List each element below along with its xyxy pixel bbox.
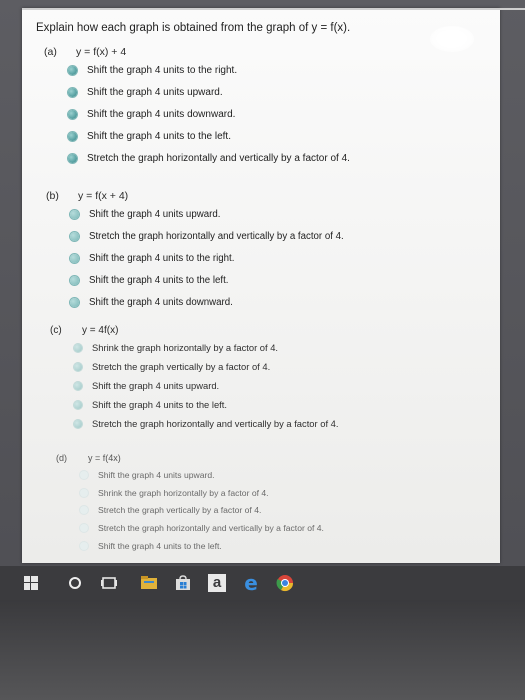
part-label: (a) xyxy=(44,46,57,58)
part-a: (a) y = f(x) + 4 Shift the graph 4 units… xyxy=(44,44,350,169)
option-b-1[interactable]: Shift the graph 4 units upward. xyxy=(70,204,344,226)
windows-start-icon[interactable] xyxy=(16,568,46,598)
radio-button[interactable] xyxy=(68,131,77,141)
part-label: (c) xyxy=(50,324,62,336)
option-c-1[interactable]: Shrink the graph horizontally by a facto… xyxy=(74,338,338,357)
radio-button[interactable] xyxy=(74,362,82,371)
part-c: (c) y = 4f(x) Shrink the graph horizonta… xyxy=(50,322,338,433)
radio-button[interactable] xyxy=(70,297,79,307)
radio-button[interactable] xyxy=(74,381,82,390)
monitor-screen: Explain how each graph is obtained from … xyxy=(0,0,525,600)
file-explorer-icon[interactable] xyxy=(134,568,164,598)
radio-button[interactable] xyxy=(68,153,77,163)
chrome-icon[interactable] xyxy=(270,568,300,598)
edge-icon[interactable]: e xyxy=(236,568,266,598)
option-d-1[interactable]: Shift the graph 4 units upward. xyxy=(80,466,324,484)
part-equation: y = f(x) + 4 xyxy=(76,46,127,58)
screen-glare xyxy=(430,26,474,52)
radio-button[interactable] xyxy=(70,253,79,263)
radio-button[interactable] xyxy=(70,232,79,242)
part-equation: y = 4f(x) xyxy=(82,324,119,336)
store-icon[interactable] xyxy=(168,568,198,598)
radio-button[interactable] xyxy=(70,210,79,220)
page-top-border xyxy=(22,8,525,10)
option-c-5[interactable]: Stretch the graph horizontally and verti… xyxy=(74,414,338,433)
desk-surface xyxy=(0,600,525,700)
radio-button[interactable] xyxy=(80,506,88,515)
radio-button[interactable] xyxy=(74,343,82,352)
radio-button[interactable] xyxy=(74,419,82,428)
radio-button[interactable] xyxy=(68,88,77,98)
radio-button[interactable] xyxy=(80,524,88,533)
taskbar: a e xyxy=(0,566,525,600)
option-b-5[interactable]: Shift the graph 4 units downward. xyxy=(70,291,344,313)
part-equation: y = f(x + 4) xyxy=(78,190,129,202)
part-equation: y = f(4x) xyxy=(88,453,121,463)
cortana-search-icon[interactable] xyxy=(60,568,90,598)
option-d-4[interactable]: Stretch the graph horizontally and verti… xyxy=(80,519,324,537)
option-b-2[interactable]: Stretch the graph horizontally and verti… xyxy=(70,226,344,248)
option-a-4[interactable]: Shift the graph 4 units to the left. xyxy=(68,125,350,147)
radio-button[interactable] xyxy=(68,109,77,119)
radio-button[interactable] xyxy=(80,488,88,497)
option-d-5[interactable]: Shift the graph 4 units to the left. xyxy=(80,537,324,555)
option-a-2[interactable]: Shift the graph 4 units upward. xyxy=(68,82,350,104)
part-label: (b) xyxy=(46,190,59,202)
radio-button[interactable] xyxy=(80,542,88,551)
radio-button[interactable] xyxy=(80,470,88,479)
task-view-icon[interactable] xyxy=(94,568,124,598)
option-a-3[interactable]: Shift the graph 4 units downward. xyxy=(68,104,350,126)
part-b: (b) y = f(x + 4) Shift the graph 4 units… xyxy=(46,188,344,313)
app-a-icon[interactable]: a xyxy=(202,568,232,598)
option-d-3[interactable]: Stretch the graph vertically by a factor… xyxy=(80,502,324,520)
radio-button[interactable] xyxy=(68,66,77,76)
radio-button[interactable] xyxy=(70,275,79,285)
option-a-5[interactable]: Stretch the graph horizontally and verti… xyxy=(68,147,350,169)
part-d: (d) y = f(4x) Shift the graph 4 units up… xyxy=(56,450,324,555)
option-a-1[interactable]: Shift the graph 4 units to the right. xyxy=(68,60,350,82)
option-c-4[interactable]: Shift the graph 4 units to the left. xyxy=(74,395,338,414)
option-b-3[interactable]: Shift the graph 4 units to the right. xyxy=(70,248,344,270)
option-c-2[interactable]: Stretch the graph vertically by a factor… xyxy=(74,357,338,376)
option-c-3[interactable]: Shift the graph 4 units upward. xyxy=(74,376,338,395)
question-text: Explain how each graph is obtained from … xyxy=(36,22,351,34)
part-label: (d) xyxy=(56,453,67,463)
option-b-4[interactable]: Shift the graph 4 units to the left. xyxy=(70,269,344,291)
radio-button[interactable] xyxy=(74,400,82,409)
option-d-2[interactable]: Shrink the graph horizontally by a facto… xyxy=(80,484,324,502)
